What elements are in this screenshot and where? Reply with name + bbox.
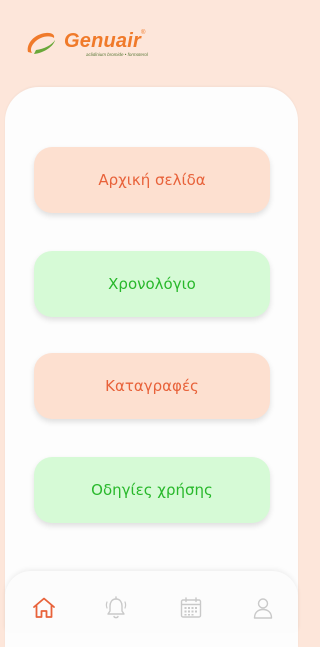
tab-profile[interactable] (248, 593, 278, 623)
bell-icon (105, 596, 127, 619)
genuair-logo: Genuair® aclidinium bromide • formoterol (24, 30, 148, 57)
home-icon (33, 597, 55, 618)
home-page-button[interactable]: Αρχική σελίδα (34, 147, 270, 213)
user-icon (253, 598, 273, 619)
records-button[interactable]: Καταγραφές (34, 353, 270, 419)
history-button[interactable]: Χρονολόγιο (34, 251, 270, 317)
tab-notifications[interactable] (101, 593, 131, 623)
tab-calendar[interactable] (176, 593, 206, 623)
bottom-tab-bar (5, 571, 298, 631)
tab-home[interactable] (29, 593, 59, 623)
brand-tagline: aclidinium bromide • formoterol (86, 52, 148, 57)
calendar-icon (180, 597, 202, 618)
genuair-swoosh-icon (27, 32, 55, 54)
instructions-button[interactable]: Οδηγίες χρήσης (34, 457, 270, 523)
brand-registered-mark: ® (140, 30, 146, 36)
brand-name: Genuair (64, 30, 141, 52)
app-header: Genuair® aclidinium bromide • formoterol (0, 0, 304, 88)
